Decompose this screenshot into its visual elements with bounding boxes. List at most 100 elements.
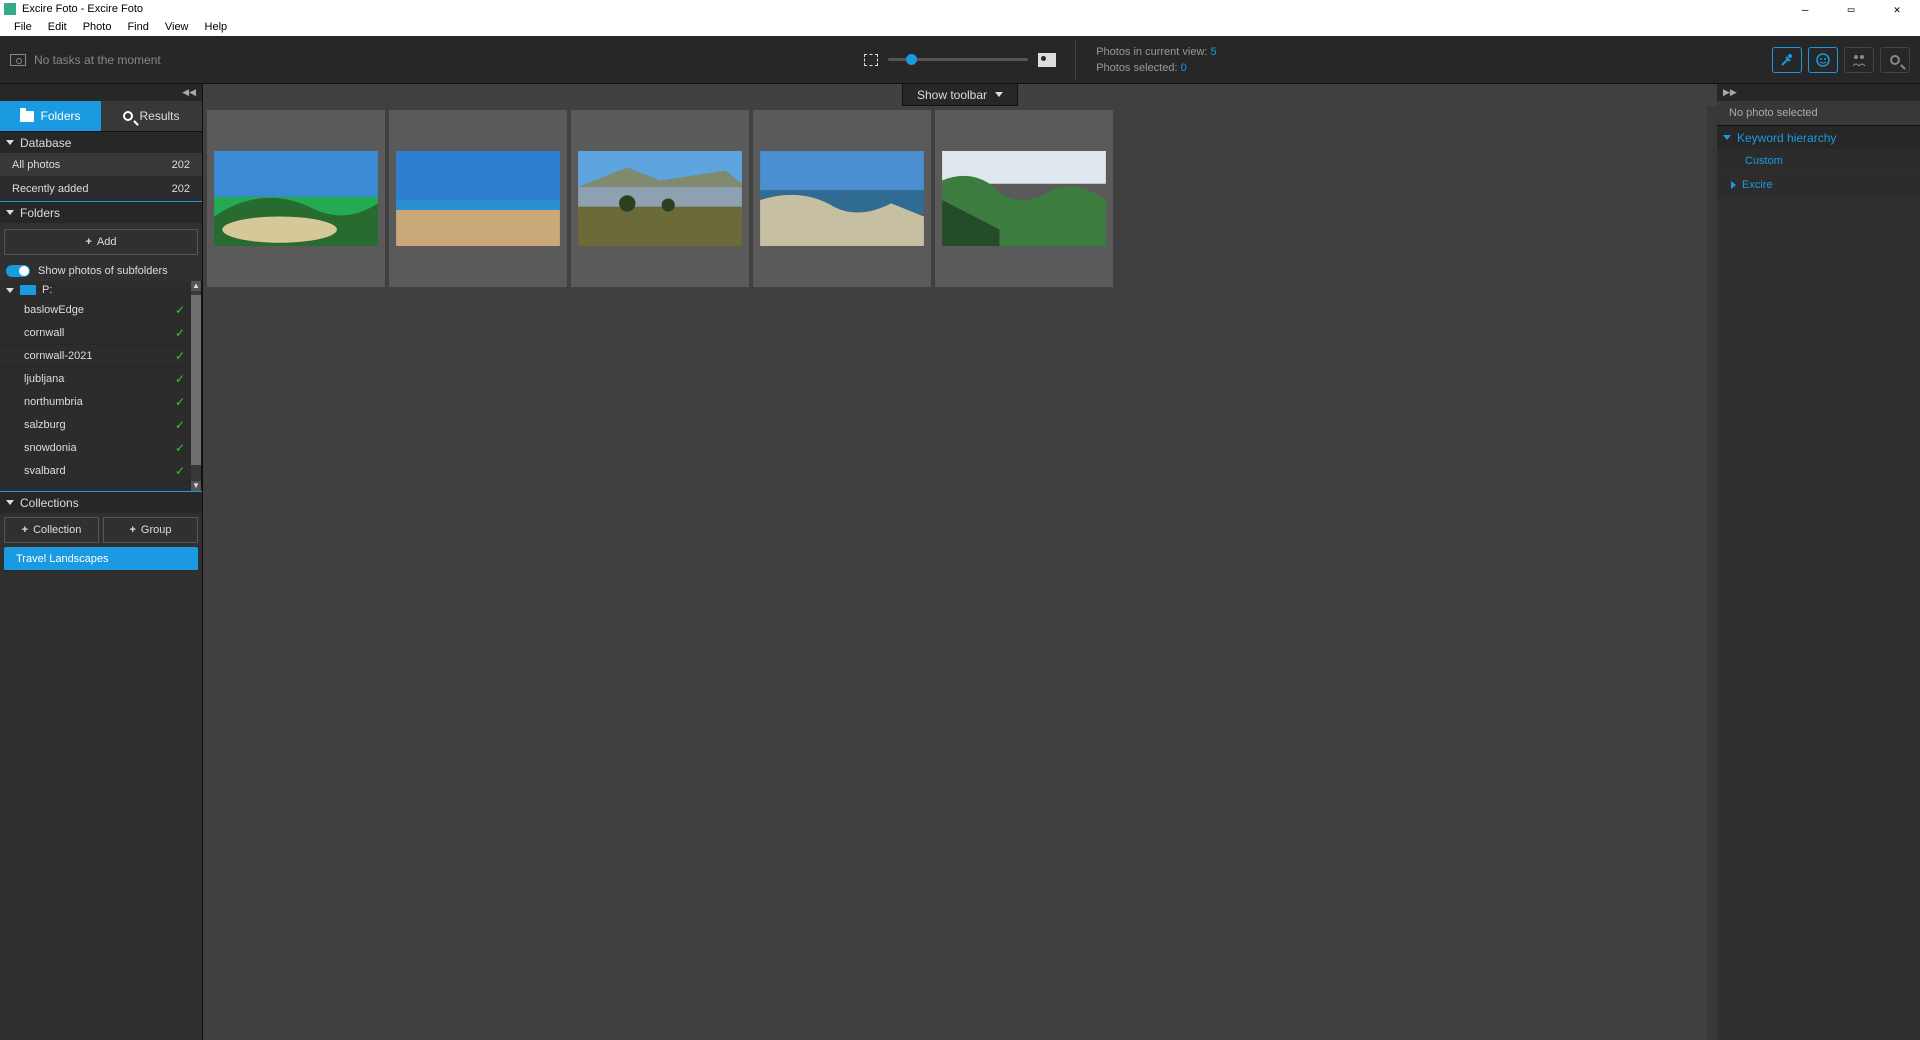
chevron-down-icon [6,140,14,145]
tab-folders-label: Folders [40,109,80,123]
db-all-photos[interactable]: All photos 202 [0,153,202,177]
check-icon: ✓ [175,395,185,409]
collections-header[interactable]: Collections [0,491,202,513]
tab-results-label: Results [139,109,179,123]
slider-thumb[interactable] [906,54,917,65]
menu-view[interactable]: View [157,21,197,33]
db-row-label: Recently added [12,183,88,195]
folders-header[interactable]: Folders [0,201,202,223]
view-count-label: Photos in current view: [1096,46,1207,58]
tab-folders[interactable]: Folders [0,101,101,131]
folder-label: ljubljana [24,373,64,385]
check-icon: ✓ [175,464,185,478]
folder-item[interactable]: snowdonia✓ [0,437,201,460]
right-collapse[interactable]: ▶▶ [1717,84,1920,101]
search-faces-button[interactable] [1808,47,1838,73]
photo-thumbnail[interactable] [207,110,385,287]
search-people-button[interactable] [1844,47,1874,73]
collection-item[interactable]: Travel Landscapes [4,547,198,571]
folder-item[interactable]: northumbria ✓ [0,391,201,414]
plus-icon: + [129,524,135,536]
selection-info: No photo selected [1717,101,1920,125]
tab-results[interactable]: Results [101,101,202,131]
menu-find[interactable]: Find [119,21,156,33]
keyword-excire[interactable]: Excire [1717,173,1920,197]
folder-item[interactable]: baslowEdge ✓ [0,299,201,322]
group-btn-label: Group [141,524,172,536]
keyword-hierarchy-header[interactable]: Keyword hierarchy [1717,125,1920,149]
right-panel: ▶▶ No photo selected Keyword hierarchy C… [1717,84,1920,1040]
folder-label: snowdonia [24,442,77,454]
folder-item[interactable]: cornwall✓ [0,322,201,345]
collection-item-label: Travel Landscapes [16,553,109,565]
status-block: Photos in current view: 5 Photos selecte… [1075,40,1216,80]
check-icon: ✓ [175,303,185,317]
add-collection-button[interactable]: +Collection [4,517,99,543]
photo-thumbnail[interactable] [753,110,931,287]
no-photo-label: No photo selected [1729,107,1818,119]
folder-scrollbar[interactable]: ▲ ▼ [191,281,201,491]
db-recently-added[interactable]: Recently added 202 [0,177,202,201]
maximize-button[interactable]: ▭ [1828,0,1874,18]
database-header[interactable]: Database [0,131,202,153]
add-folder-button[interactable]: + Add [4,229,198,255]
folder-item[interactable]: svalbard ✓ [0,460,201,483]
folder-label: northumbria [24,396,83,408]
selected-count: 0 [1181,62,1187,74]
photo-grid-area: Show toolbar [203,84,1717,1040]
folder-label: cornwall-2021 [24,350,92,362]
folder-label: svalbard [24,465,66,477]
show-toolbar-label: Show toolbar [917,88,987,102]
add-group-button[interactable]: + Group [103,517,198,543]
show-toolbar-button[interactable]: Show toolbar [902,84,1018,106]
plus-icon: + [85,236,91,248]
top-toolbar: No tasks at the moment Photos in current… [0,36,1920,84]
title-bar: Excire Foto - Excire Foto — ▭ ✕ [0,0,1920,18]
scroll-down-icon[interactable]: ▼ [191,481,201,491]
thumbnail-slider[interactable] [888,58,1028,61]
chevron-right-icon [1731,181,1736,189]
view-count: 5 [1211,46,1217,58]
search-similar-button[interactable] [1772,47,1802,73]
drive-icon [20,285,36,295]
collection-btn-label: Collection [33,524,81,536]
folder-item[interactable]: cornwall-2021 ✓ [0,345,201,368]
grid-scrollbar[interactable] [1707,106,1717,1040]
folder-label: salzburg [24,419,66,431]
thumb-small-icon[interactable] [864,54,878,66]
menu-photo[interactable]: Photo [75,21,120,33]
menu-file[interactable]: File [6,21,40,33]
folder-item[interactable]: salzburg✓ [0,414,201,437]
scroll-up-icon[interactable]: ▲ [191,281,201,291]
subfolder-toggle[interactable]: Show photos of subfolders [0,261,202,281]
folder-icon [20,111,34,122]
scroll-thumb[interactable] [191,295,202,465]
photo-thumbnail[interactable] [571,110,749,287]
search-zoom-button[interactable] [1880,47,1910,73]
menu-help[interactable]: Help [197,21,236,33]
minimize-button[interactable]: — [1782,0,1828,18]
folder-label: baslowEdge [24,304,84,316]
db-row-label: All photos [12,159,60,171]
drive-row[interactable]: P: [0,281,201,299]
collections-header-label: Collections [20,496,79,510]
close-button[interactable]: ✕ [1874,0,1920,18]
task-status: No tasks at the moment [10,53,161,67]
thumb-large-icon[interactable] [1038,53,1056,67]
keyword-label: Custom [1745,155,1783,167]
folder-tree: P: baslowEdge✓ cornwall✓ cornwall-2021✓ … [0,281,202,491]
photo-thumbnail[interactable] [935,110,1113,287]
chevron-down-icon [6,500,14,505]
left-collapse[interactable]: ◀◀ [0,84,202,101]
left-panel: ◀◀ Folders Results Database All photos 2… [0,84,203,1040]
drive-label: P: [42,284,52,296]
check-icon: ✓ [175,349,185,363]
add-folder-label: Add [97,236,117,248]
keyword-custom[interactable]: Custom [1717,149,1920,173]
db-row-count: 202 [172,159,190,171]
photo-thumbnail[interactable] [389,110,567,287]
folders-header-label: Folders [20,206,60,220]
menu-edit[interactable]: Edit [40,21,75,33]
folder-item[interactable]: ljubljana✓ [0,368,201,391]
app-icon [4,3,16,15]
